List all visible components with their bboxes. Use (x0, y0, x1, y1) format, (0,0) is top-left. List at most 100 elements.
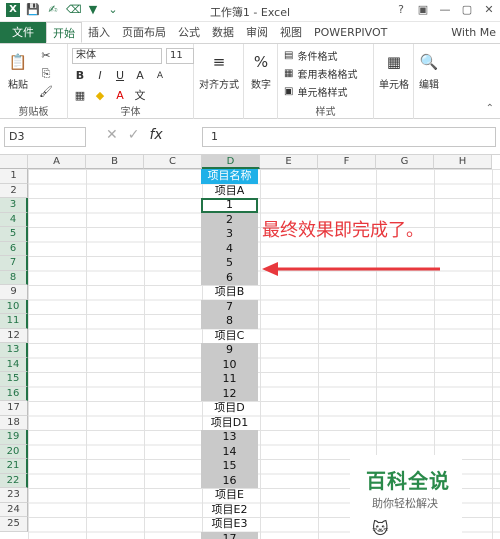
cell-d[interactable]: 5 (201, 256, 258, 271)
tab-powerpivot[interactable]: POWERPIVOT (308, 22, 393, 43)
row-header[interactable]: 9 (0, 285, 28, 300)
cell-d[interactable]: 3 (201, 227, 258, 242)
cancel-icon[interactable]: ✕ (106, 127, 118, 143)
cell-d[interactable]: 项目C (201, 329, 258, 344)
cell-d[interactable]: 8 (201, 314, 258, 329)
cell-d[interactable]: 14 (201, 444, 258, 459)
conditional-format-button[interactable]: ▤ 条件格式 (284, 48, 337, 63)
underline-button[interactable]: U (112, 68, 128, 84)
row-header[interactable]: 12 (0, 328, 28, 343)
row-header[interactable]: 10 (0, 299, 28, 314)
tab-data[interactable]: 数据 (206, 22, 240, 43)
maximize-icon[interactable]: ▢ (460, 3, 474, 17)
cell-d[interactable]: 项目D (201, 401, 258, 416)
fill-color-icon[interactable]: ◆ (92, 88, 108, 104)
cell-d[interactable]: 项目B (201, 285, 258, 300)
tab-review[interactable]: 审阅 (240, 22, 274, 43)
tab-insert[interactable]: 插入 (82, 22, 116, 43)
cell-d[interactable]: 9 (201, 343, 258, 358)
row-header[interactable]: 7 (0, 256, 28, 271)
row-header[interactable]: 25 (0, 517, 28, 532)
row-header[interactable]: 13 (0, 343, 28, 358)
italic-button[interactable]: I (92, 68, 108, 84)
column-header-b[interactable]: B (86, 155, 144, 169)
ribbon-display-icon[interactable]: ▣ (416, 3, 430, 17)
cell-d[interactable]: 10 (201, 357, 258, 372)
grow-font-icon[interactable]: A (132, 68, 148, 84)
border-icon[interactable]: ▦ (72, 88, 88, 104)
font-size-select[interactable]: 11 (166, 48, 194, 64)
editing-button[interactable]: 🔍 编辑 (414, 50, 444, 91)
cell-d[interactable]: 项目E2 (201, 503, 258, 518)
cells-button[interactable]: ▦ 单元格 (376, 50, 412, 91)
row-header[interactable]: 22 (0, 473, 28, 488)
phonetic-icon[interactable]: 文 (132, 88, 148, 104)
select-all-corner[interactable] (0, 155, 28, 169)
column-header-a[interactable]: A (28, 155, 86, 169)
cell-d[interactable]: 项目E3 (201, 517, 258, 532)
column-header-e[interactable]: E (260, 155, 318, 169)
row-header[interactable]: 3 (0, 198, 28, 213)
row-header[interactable]: 14 (0, 357, 28, 372)
bold-button[interactable]: B (72, 68, 88, 84)
alignment-button[interactable]: ≡ 对齐方式 (196, 50, 242, 91)
tab-page-layout[interactable]: 页面布局 (116, 22, 172, 43)
cell-d[interactable]: 7 (201, 299, 258, 314)
cell-d[interactable]: 项目名称 (201, 169, 258, 184)
help-icon[interactable]: ? (394, 3, 408, 17)
row-header[interactable]: 8 (0, 270, 28, 285)
tab-file[interactable]: 文件 (0, 22, 46, 43)
column-header-f[interactable]: F (318, 155, 376, 169)
row-header[interactable]: 18 (0, 415, 28, 430)
cell-d[interactable]: 15 (201, 459, 258, 474)
row-header[interactable]: 19 (0, 430, 28, 445)
cell-d[interactable]: 17 (201, 531, 258, 539)
cell-style-button[interactable]: ▣ 单元格样式 (284, 84, 347, 99)
font-color-icon[interactable]: A (112, 88, 128, 104)
insert-function-icon[interactable]: fx (149, 127, 162, 143)
shrink-font-icon[interactable]: A (152, 68, 168, 84)
formula-input[interactable]: 1 (202, 127, 496, 147)
row-header[interactable]: 17 (0, 401, 28, 416)
cell-d[interactable]: 4 (201, 241, 258, 256)
tab-home[interactable]: 开始 (46, 22, 82, 43)
cell-d[interactable]: 13 (201, 430, 258, 445)
cell-d[interactable]: 12 (201, 386, 258, 401)
number-button[interactable]: % 数字 (246, 50, 276, 91)
tab-view[interactable]: 视图 (274, 22, 308, 43)
table-format-button[interactable]: ▦ 套用表格格式 (284, 66, 357, 81)
copy-icon[interactable]: ⎘ (38, 66, 54, 82)
font-name-select[interactable]: 宋体 (72, 48, 162, 64)
cell-d[interactable]: 11 (201, 372, 258, 387)
confirm-icon[interactable]: ✓ (128, 127, 140, 143)
row-header[interactable]: 1 (0, 169, 28, 184)
row-header[interactable]: 6 (0, 241, 28, 256)
column-header-g[interactable]: G (376, 155, 434, 169)
column-header-c[interactable]: C (144, 155, 202, 169)
row-header[interactable]: 2 (0, 183, 28, 198)
collapse-ribbon-icon[interactable]: ⌃ (486, 103, 494, 114)
cell-d[interactable]: 16 (201, 473, 258, 488)
row-header[interactable]: 23 (0, 488, 28, 503)
format-painter-icon[interactable]: 🖌 (38, 84, 54, 100)
cell-d[interactable]: 项目E (201, 488, 258, 503)
row-header[interactable]: 24 (0, 502, 28, 517)
paste-button[interactable]: 📋 粘贴 (4, 50, 32, 91)
name-box[interactable]: D3 (4, 127, 86, 147)
active-cell[interactable]: 1 (201, 198, 258, 213)
close-icon[interactable]: ✕ (482, 3, 496, 17)
cell-d[interactable]: 项目A (201, 184, 258, 199)
row-header[interactable]: 11 (0, 314, 28, 329)
row-header[interactable]: 5 (0, 227, 28, 242)
tab-formulas[interactable]: 公式 (172, 22, 206, 43)
column-header-d[interactable]: D (202, 155, 260, 169)
row-header[interactable]: 16 (0, 386, 28, 401)
minimize-icon[interactable]: — (438, 3, 452, 17)
row-header[interactable]: 21 (0, 459, 28, 474)
column-header-h[interactable]: H (434, 155, 492, 169)
row-header[interactable]: 15 (0, 372, 28, 387)
cut-icon[interactable]: ✂ (38, 48, 54, 64)
user-account[interactable]: With Me (445, 22, 500, 43)
cell-d[interactable]: 2 (201, 212, 258, 227)
cell-d[interactable]: 项目D1 (201, 416, 258, 431)
